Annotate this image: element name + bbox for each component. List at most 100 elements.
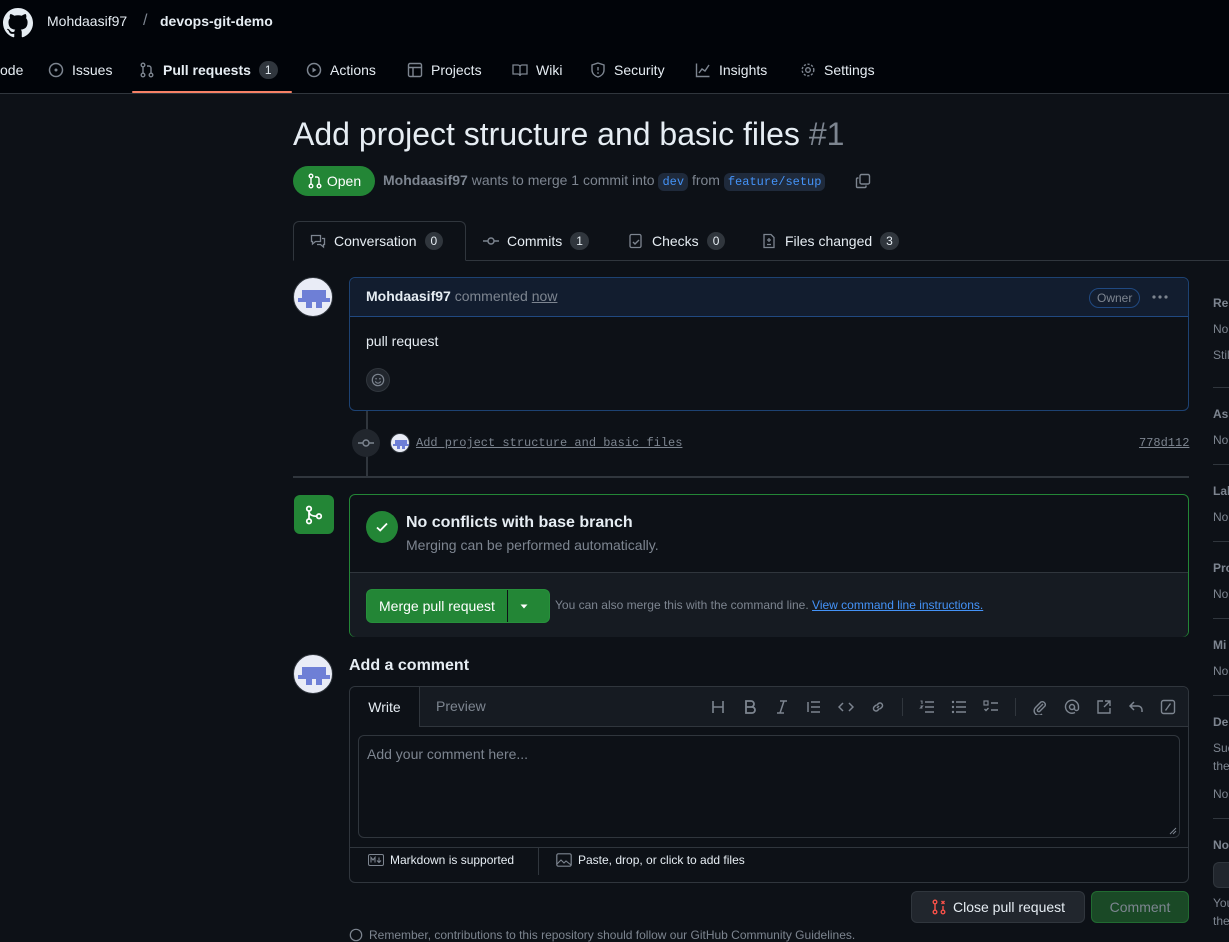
tab-conversation[interactable]: Conversation 0 [293, 221, 466, 261]
mention-icon[interactable] [1064, 699, 1080, 715]
sidebar-reviewers-value: No [1213, 322, 1229, 336]
ordered-list-icon[interactable] [919, 699, 935, 715]
tab-wiki-label: Wiki [536, 62, 563, 78]
play-icon [306, 62, 322, 78]
tab-settings[interactable]: Settings [800, 58, 875, 82]
sidebar-notifications-label: No [1213, 838, 1229, 852]
check-icon [366, 511, 398, 543]
tab-insights[interactable]: Insights [695, 58, 767, 82]
tab-pull-requests[interactable]: Pull requests 1 [139, 58, 278, 82]
repo-name-link[interactable]: devops-git-demo [160, 13, 273, 29]
sidebar-assignees-label[interactable]: Ass [1213, 407, 1229, 421]
paperclip-icon[interactable] [1032, 699, 1048, 715]
heading-icon[interactable] [710, 699, 726, 715]
git-commit-icon [483, 237, 499, 245]
owner-badge: Owner [1089, 288, 1141, 308]
comment-time-link[interactable]: now [532, 288, 558, 304]
comment-author-link[interactable]: Mohdaasif97 [366, 288, 451, 304]
pr-title: Add project structure and basic files #1 [293, 116, 844, 153]
add-reaction-button[interactable] [366, 368, 390, 392]
git-pull-request-closed-icon [932, 899, 946, 915]
pr-meta: Mohdaasif97 wants to merge 1 commit into… [383, 172, 826, 191]
merge-button-group: Merge pull request [366, 589, 550, 623]
attach-files-button[interactable]: Paste, drop, or click to add files [556, 853, 745, 867]
comment-button[interactable]: Comment [1091, 891, 1189, 923]
tab-issues[interactable]: Issues [48, 58, 112, 82]
avatar[interactable] [293, 277, 333, 317]
sidebar-milestone-label[interactable]: Mi [1213, 638, 1226, 652]
footer-divider [538, 847, 539, 875]
image-icon [556, 853, 572, 867]
gear-icon [801, 63, 815, 77]
sidebar-assignees-value: No [1213, 433, 1229, 447]
table-icon [407, 62, 423, 78]
quote-icon[interactable] [806, 699, 822, 715]
sidebar-development-line1: Suc [1213, 741, 1229, 755]
sidebar-divider [1213, 618, 1229, 619]
base-branch[interactable]: dev [658, 173, 689, 191]
tab-files-changed[interactable]: Files changed 3 [761, 221, 899, 261]
guidelines-note: Remember, contributions to this reposito… [349, 928, 855, 942]
tab-code-label: ode [0, 62, 24, 78]
copy-icon[interactable] [855, 173, 871, 189]
sidebar-labels-label[interactable]: Lab [1213, 484, 1229, 498]
tab-actions[interactable]: Actions [306, 58, 376, 82]
tab-code[interactable]: ode [0, 58, 23, 82]
sidebar-divider [1213, 541, 1229, 542]
repo-owner-link[interactable]: Mohdaasif97 [47, 13, 127, 29]
cross-reference-icon[interactable] [1096, 699, 1112, 715]
sidebar-reviewers-label[interactable]: Re [1213, 296, 1228, 310]
tab-checks[interactable]: Checks 0 [628, 221, 726, 261]
kebab-icon[interactable] [1150, 288, 1170, 306]
italic-icon[interactable] [774, 699, 790, 715]
comment-discussion-icon [310, 234, 326, 249]
graph-icon [695, 63, 710, 78]
markdown-supported-link[interactable]: Markdown is supported [368, 853, 514, 867]
close-pull-request-button[interactable]: Close pull request [911, 891, 1085, 923]
subscribe-button[interactable] [1213, 862, 1229, 888]
sidebar-projects-value: No [1213, 587, 1229, 601]
commit-avatar[interactable] [390, 433, 410, 453]
pr-author-link[interactable]: Mohdaasif97 [383, 172, 468, 188]
github-logo-icon[interactable] [3, 8, 33, 38]
comment-textarea[interactable]: Add your comment here... [358, 735, 1180, 838]
commit-sha-link[interactable]: 778d112 [1139, 436, 1189, 450]
head-branch[interactable]: feature/setup [723, 173, 826, 191]
tab-security[interactable]: Security [590, 58, 665, 82]
tab-projects[interactable]: Projects [407, 58, 482, 82]
git-pull-request-icon [140, 62, 154, 78]
toolbar-divider [1015, 698, 1016, 716]
merge-box: No conflicts with base branch Merging ca… [349, 494, 1189, 637]
reply-icon[interactable] [1128, 699, 1144, 715]
sidebar-divider [1213, 818, 1229, 819]
merge-hint: You can also merge this with the command… [555, 598, 983, 612]
commit-message-link[interactable]: Add project structure and basic files [416, 436, 682, 450]
git-commit-icon [358, 439, 374, 447]
merge-status-title: No conflicts with base branch [406, 514, 633, 531]
comment-body: pull request [366, 333, 439, 349]
bold-icon[interactable] [742, 699, 758, 715]
unordered-list-icon[interactable] [951, 699, 967, 715]
code-icon[interactable] [838, 699, 854, 715]
merge-status-icon [294, 495, 334, 534]
pr-state-label: Open [326, 173, 362, 189]
task-list-icon[interactable] [983, 699, 999, 715]
resize-handle-icon[interactable] [1169, 827, 1177, 835]
merge-options-dropdown[interactable] [506, 590, 540, 622]
sidebar-projects-label[interactable]: Pro [1213, 561, 1229, 575]
tab-wiki[interactable]: Wiki [512, 58, 562, 82]
markdown-icon [368, 854, 384, 866]
current-user-avatar[interactable] [293, 654, 333, 694]
merge-pull-request-button[interactable]: Merge pull request [367, 590, 507, 622]
shield-icon [591, 62, 605, 78]
slash-command-icon[interactable] [1160, 699, 1176, 715]
sidebar-divider [1213, 387, 1229, 388]
sidebar-development-label[interactable]: De [1213, 715, 1228, 729]
link-icon[interactable] [870, 699, 886, 715]
tab-preview[interactable]: Preview [436, 698, 486, 714]
book-icon [512, 64, 528, 77]
sidebar-development-value: No [1213, 787, 1229, 801]
tab-commits[interactable]: Commits 1 [483, 221, 589, 261]
command-line-instructions-link[interactable]: View command line instructions. [812, 598, 983, 612]
tab-write[interactable]: Write [350, 687, 420, 727]
